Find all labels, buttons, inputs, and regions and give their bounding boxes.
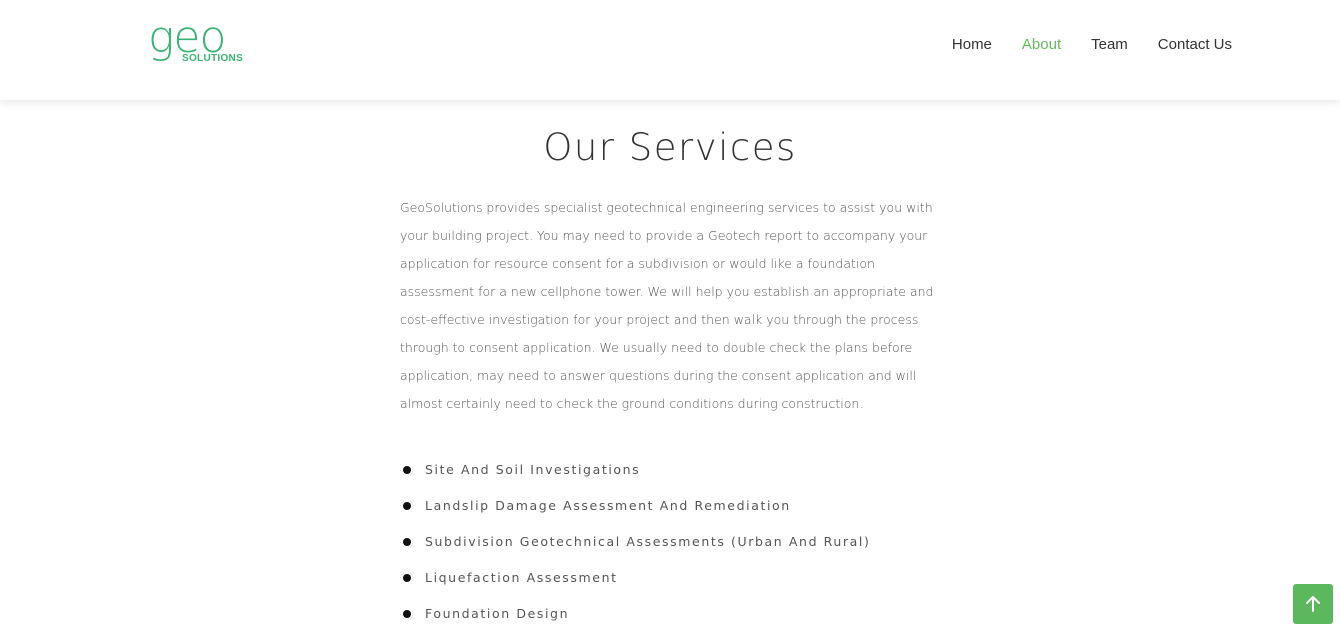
list-item: Landslip Damage Assessment And Remediati… [400, 496, 870, 532]
arrow-up-icon [1306, 596, 1320, 612]
main-nav: Home About Team Contact Us [952, 36, 1232, 54]
service-label: Landslip Damage Assessment And Remediati… [425, 498, 791, 513]
bullet-icon [403, 466, 411, 474]
service-label: Liquefaction Assessment [425, 570, 618, 585]
geo-solutions-logo[interactable]: geo SOLUTIONS [148, 14, 248, 68]
nav-team[interactable]: Team [1091, 36, 1128, 54]
bullet-icon [403, 610, 411, 618]
nav-home[interactable]: Home [952, 36, 992, 54]
bullet-icon [403, 538, 411, 546]
list-item: Subdivision Geotechnical Assessments (Ur… [400, 532, 870, 568]
services-intro: GeoSolutions provides specialist geotech… [400, 200, 934, 411]
list-item: Liquefaction Assessment [400, 568, 870, 604]
nav-about[interactable]: About [1022, 36, 1061, 54]
site-header: geo SOLUTIONS Home About Team Contact Us [0, 0, 1340, 100]
service-label: Foundation Design [425, 606, 570, 621]
list-item: Foundation Design [400, 604, 870, 632]
service-label: Site And Soil Investigations [425, 462, 641, 477]
service-label: Subdivision Geotechnical Assessments (Ur… [425, 534, 871, 549]
bullet-icon [403, 502, 411, 510]
list-item: Site And Soil Investigations [400, 460, 870, 496]
back-to-top-button[interactable] [1293, 584, 1333, 624]
services-list: Site And Soil Investigations Landslip Da… [400, 460, 870, 632]
page-title: Our Services [543, 126, 797, 169]
nav-contact-us[interactable]: Contact Us [1158, 36, 1232, 54]
logo-subtitle: SOLUTIONS [182, 53, 244, 64]
bullet-icon [403, 574, 411, 582]
